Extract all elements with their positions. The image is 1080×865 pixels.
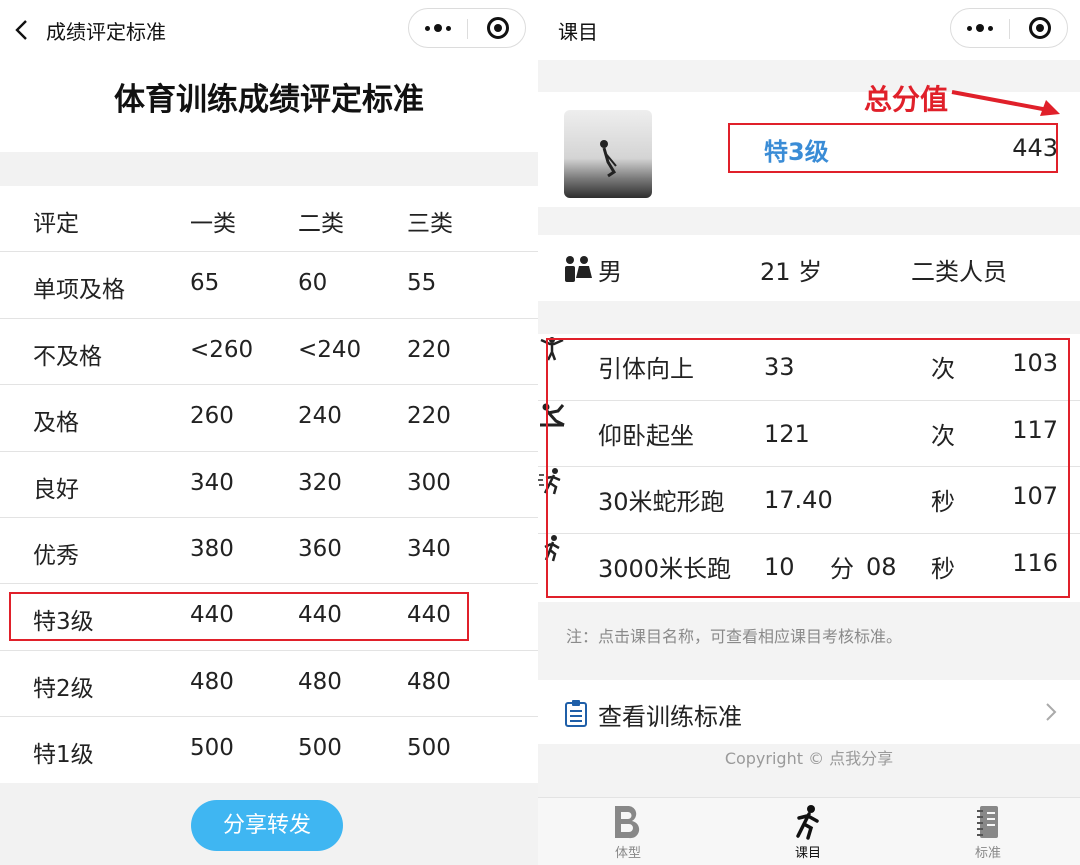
value-cell: 360 xyxy=(298,535,342,562)
tab-body-shape[interactable]: 体型 xyxy=(538,798,718,865)
mini-program-capsule xyxy=(950,8,1068,48)
kneeling-figure-image xyxy=(600,140,617,178)
grade-cell: 优秀 xyxy=(33,542,79,569)
mini-program-capsule xyxy=(408,8,526,48)
share-button[interactable]: 分享转发 xyxy=(191,800,343,851)
top-bar: 成绩评定标准 xyxy=(0,0,538,60)
note-text: 注：点击课目名称，可查看相应课目考核标准。 xyxy=(566,627,903,646)
divider-strip xyxy=(0,152,538,186)
page-title: 体育训练成绩评定标准 xyxy=(114,82,424,118)
avatar[interactable] xyxy=(564,110,652,198)
value-cell: 220 xyxy=(407,403,451,430)
tab-bar: 体型 课目 标准 xyxy=(538,797,1080,865)
value-cell: <260 xyxy=(190,336,254,363)
value-cell: 55 xyxy=(407,270,437,297)
tab-standards[interactable]: 标准 xyxy=(898,798,1078,865)
person-info: 男 21 岁 二类人员 xyxy=(538,235,1080,301)
highlight-box-special-3 xyxy=(9,592,469,641)
table-row: 单项及格 65 60 55 xyxy=(0,252,538,319)
grade-cell: 特2级 xyxy=(33,675,94,702)
tab-label: 标准 xyxy=(974,846,1001,861)
table-header: 评定 一类 二类 三类 xyxy=(0,186,538,253)
header-cell: 三类 xyxy=(407,211,453,237)
value-cell: 500 xyxy=(298,735,342,762)
close-target-icon[interactable] xyxy=(1029,17,1051,39)
table-row: 优秀 380 360 340 xyxy=(0,518,538,585)
grade-cell: 特1级 xyxy=(33,742,94,769)
top-bar: 课目 xyxy=(538,0,1080,60)
more-icon[interactable] xyxy=(409,9,467,47)
gender[interactable]: 男 xyxy=(598,252,622,287)
notebook-icon xyxy=(977,806,998,838)
grade-cell: 及格 xyxy=(33,410,79,437)
capsule-divider xyxy=(1009,19,1010,39)
value-cell: 65 xyxy=(190,270,220,297)
view-standard-label[interactable]: 查看训练标准 xyxy=(598,697,742,732)
table-row: 特2级 480 480 480 xyxy=(0,651,538,718)
subjects-highlight-box xyxy=(546,338,1070,598)
copyright: Copyright © 点我分享 xyxy=(724,749,894,768)
nav-title: 成绩评定标准 xyxy=(46,20,166,44)
table-row: 不及格 <260 <240 220 xyxy=(0,319,538,386)
value-cell: 300 xyxy=(407,469,451,496)
value-cell: 480 xyxy=(407,668,451,695)
value-cell: <240 xyxy=(298,336,362,363)
value-cell: 240 xyxy=(298,403,342,430)
header-cell: 一类 xyxy=(190,211,236,237)
value-cell: 380 xyxy=(190,535,234,562)
grade-cell: 不及格 xyxy=(33,343,102,370)
value-cell: 60 xyxy=(298,270,328,297)
value-cell: 340 xyxy=(407,535,451,562)
capsule-divider xyxy=(467,19,468,39)
total-score: 443 xyxy=(1012,134,1058,162)
nav-title: 课目 xyxy=(558,20,598,44)
standards-page: 成绩评定标准 体育训练成绩评定标准 评定 一类 二类 三类 单项及格 65 60… xyxy=(0,0,538,865)
more-icon[interactable] xyxy=(951,9,1009,47)
value-cell: 500 xyxy=(407,735,451,762)
grade-cell: 单项及格 xyxy=(33,277,125,304)
body-shape-icon xyxy=(615,806,640,839)
grade-cell: 良好 xyxy=(33,476,79,503)
tab-subjects[interactable]: 课目 xyxy=(718,798,898,865)
people-icon xyxy=(565,256,592,282)
back-arrow-icon[interactable] xyxy=(12,18,32,42)
person-type[interactable]: 二类人员 xyxy=(911,252,1007,287)
value-cell: 340 xyxy=(190,469,234,496)
value-cell: 500 xyxy=(190,735,234,762)
clipboard-icon xyxy=(565,700,587,727)
table-row: 特1级 500 500 500 xyxy=(0,717,538,783)
age[interactable]: 21 岁 xyxy=(760,252,822,287)
header-cell: 评定 xyxy=(33,211,79,237)
subjects-page: 课目 特3级 443 总分值 男 21 岁 二类人员 引体向上 33 次 103… xyxy=(538,0,1080,865)
value-cell: 480 xyxy=(298,668,342,695)
table-row: 良好 340 320 300 xyxy=(0,452,538,518)
tab-label: 体型 xyxy=(614,846,641,861)
value-cell: 260 xyxy=(190,403,234,430)
annotation-arrow-icon xyxy=(951,90,1060,116)
total-annotation-label: 总分值 xyxy=(864,83,949,116)
close-target-icon[interactable] xyxy=(487,17,509,39)
header-cell: 二类 xyxy=(298,211,344,237)
value-cell: 480 xyxy=(190,668,234,695)
table-row: 及格 260 240 220 xyxy=(0,385,538,452)
value-cell: 220 xyxy=(407,336,451,363)
chevron-right-icon xyxy=(1046,703,1057,721)
runner-icon xyxy=(796,805,819,840)
level-label[interactable]: 特3级 xyxy=(764,132,829,167)
view-training-standard[interactable]: 查看训练标准 xyxy=(538,680,1080,744)
standards-table: 评定 一类 二类 三类 单项及格 65 60 55 不及格 <260 <240 … xyxy=(0,186,538,784)
value-cell: 320 xyxy=(298,469,342,496)
tab-label: 课目 xyxy=(794,846,821,861)
